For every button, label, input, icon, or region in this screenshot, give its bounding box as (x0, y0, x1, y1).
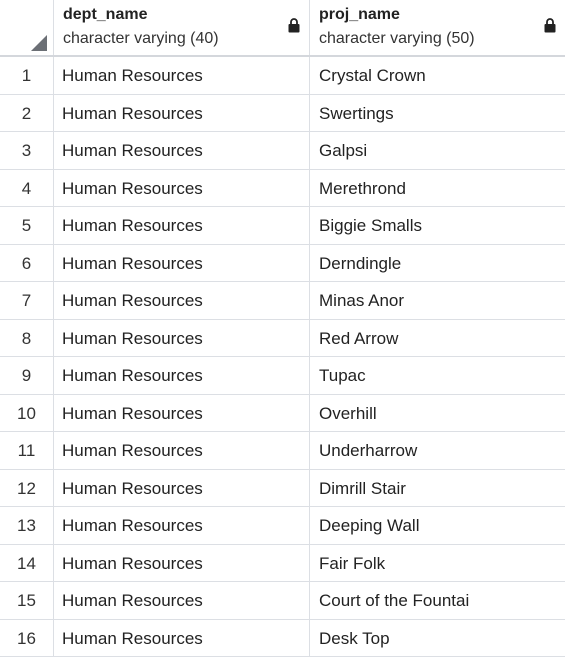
cell-proj-name[interactable]: Dimrill Stair (310, 470, 565, 507)
row-number[interactable]: 8 (0, 320, 54, 357)
cell-dept-name[interactable]: Human Resources (54, 620, 310, 657)
table-row[interactable]: 16Human ResourcesDesk Top (0, 620, 565, 657)
column-name: dept_name (63, 6, 147, 24)
cell-dept-name[interactable]: Human Resources (54, 432, 310, 469)
row-number[interactable]: 2 (0, 95, 54, 132)
cell-dept-name[interactable]: Human Resources (54, 95, 310, 132)
cell-dept-name[interactable]: Human Resources (54, 320, 310, 357)
cell-proj-name[interactable]: Tupac (310, 357, 565, 394)
cell-dept-name[interactable]: Human Resources (54, 170, 310, 207)
cell-proj-name[interactable]: Minas Anor (310, 282, 565, 319)
cell-proj-name[interactable]: Underharrow (310, 432, 565, 469)
column-header-proj-name[interactable]: proj_name character varying (50) (310, 0, 565, 55)
column-name: proj_name (319, 6, 400, 24)
row-number[interactable]: 10 (0, 395, 54, 432)
cell-proj-name[interactable]: Galpsi (310, 132, 565, 169)
query-results-grid: dept_name character varying (40) proj_na… (0, 0, 565, 654)
column-header-dept-name[interactable]: dept_name character varying (40) (54, 0, 310, 55)
table-row[interactable]: 11Human ResourcesUnderharrow (0, 432, 565, 470)
table-row[interactable]: 10Human ResourcesOverhill (0, 395, 565, 433)
table-row[interactable]: 7Human ResourcesMinas Anor (0, 282, 565, 320)
table-row[interactable]: 15Human ResourcesCourt of the Fountai (0, 582, 565, 620)
select-all-corner[interactable] (0, 0, 54, 55)
cell-proj-name[interactable]: Biggie Smalls (310, 207, 565, 244)
lock-icon (288, 18, 300, 33)
row-number[interactable]: 7 (0, 282, 54, 319)
table-row[interactable]: 8Human ResourcesRed Arrow (0, 320, 565, 358)
select-all-triangle-icon (31, 35, 47, 51)
cell-dept-name[interactable]: Human Resources (54, 470, 310, 507)
cell-dept-name[interactable]: Human Resources (54, 245, 310, 282)
cell-proj-name[interactable]: Red Arrow (310, 320, 565, 357)
cell-dept-name[interactable]: Human Resources (54, 282, 310, 319)
grid-header: dept_name character varying (40) proj_na… (0, 0, 565, 57)
cell-proj-name[interactable]: Overhill (310, 395, 565, 432)
row-number[interactable]: 15 (0, 582, 54, 619)
row-number[interactable]: 9 (0, 357, 54, 394)
cell-proj-name[interactable]: Fair Folk (310, 545, 565, 582)
cell-dept-name[interactable]: Human Resources (54, 57, 310, 94)
table-row[interactable]: 14Human ResourcesFair Folk (0, 545, 565, 583)
row-number[interactable]: 14 (0, 545, 54, 582)
table-row[interactable]: 2Human ResourcesSwertings (0, 95, 565, 133)
table-row[interactable]: 13Human ResourcesDeeping Wall (0, 507, 565, 545)
table-row[interactable]: 6Human ResourcesDerndingle (0, 245, 565, 283)
cell-dept-name[interactable]: Human Resources (54, 132, 310, 169)
table-row[interactable]: 12Human ResourcesDimrill Stair (0, 470, 565, 508)
table-row[interactable]: 9Human ResourcesTupac (0, 357, 565, 395)
row-number[interactable]: 3 (0, 132, 54, 169)
cell-proj-name[interactable]: Swertings (310, 95, 565, 132)
row-number[interactable]: 11 (0, 432, 54, 469)
cell-dept-name[interactable]: Human Resources (54, 395, 310, 432)
cell-proj-name[interactable]: Desk Top (310, 620, 565, 657)
row-number[interactable]: 13 (0, 507, 54, 544)
cell-dept-name[interactable]: Human Resources (54, 545, 310, 582)
cell-proj-name[interactable]: Court of the Fountai (310, 582, 565, 619)
cell-proj-name[interactable]: Derndingle (310, 245, 565, 282)
row-number[interactable]: 6 (0, 245, 54, 282)
table-row[interactable]: 3Human ResourcesGalpsi (0, 132, 565, 170)
cell-dept-name[interactable]: Human Resources (54, 582, 310, 619)
cell-proj-name[interactable]: Merethrond (310, 170, 565, 207)
cell-proj-name[interactable]: Deeping Wall (310, 507, 565, 544)
cell-dept-name[interactable]: Human Resources (54, 207, 310, 244)
cell-proj-name[interactable]: Crystal Crown (310, 57, 565, 94)
column-type: character varying (50) (319, 30, 475, 48)
row-number[interactable]: 4 (0, 170, 54, 207)
cell-dept-name[interactable]: Human Resources (54, 357, 310, 394)
row-number[interactable]: 1 (0, 57, 54, 94)
row-number[interactable]: 5 (0, 207, 54, 244)
lock-icon (544, 18, 556, 33)
table-row[interactable]: 1Human ResourcesCrystal Crown (0, 57, 565, 95)
row-number[interactable]: 16 (0, 620, 54, 657)
cell-dept-name[interactable]: Human Resources (54, 507, 310, 544)
table-row[interactable]: 4Human ResourcesMerethrond (0, 170, 565, 208)
row-number[interactable]: 12 (0, 470, 54, 507)
column-type: character varying (40) (63, 30, 219, 48)
table-row[interactable]: 5Human ResourcesBiggie Smalls (0, 207, 565, 245)
